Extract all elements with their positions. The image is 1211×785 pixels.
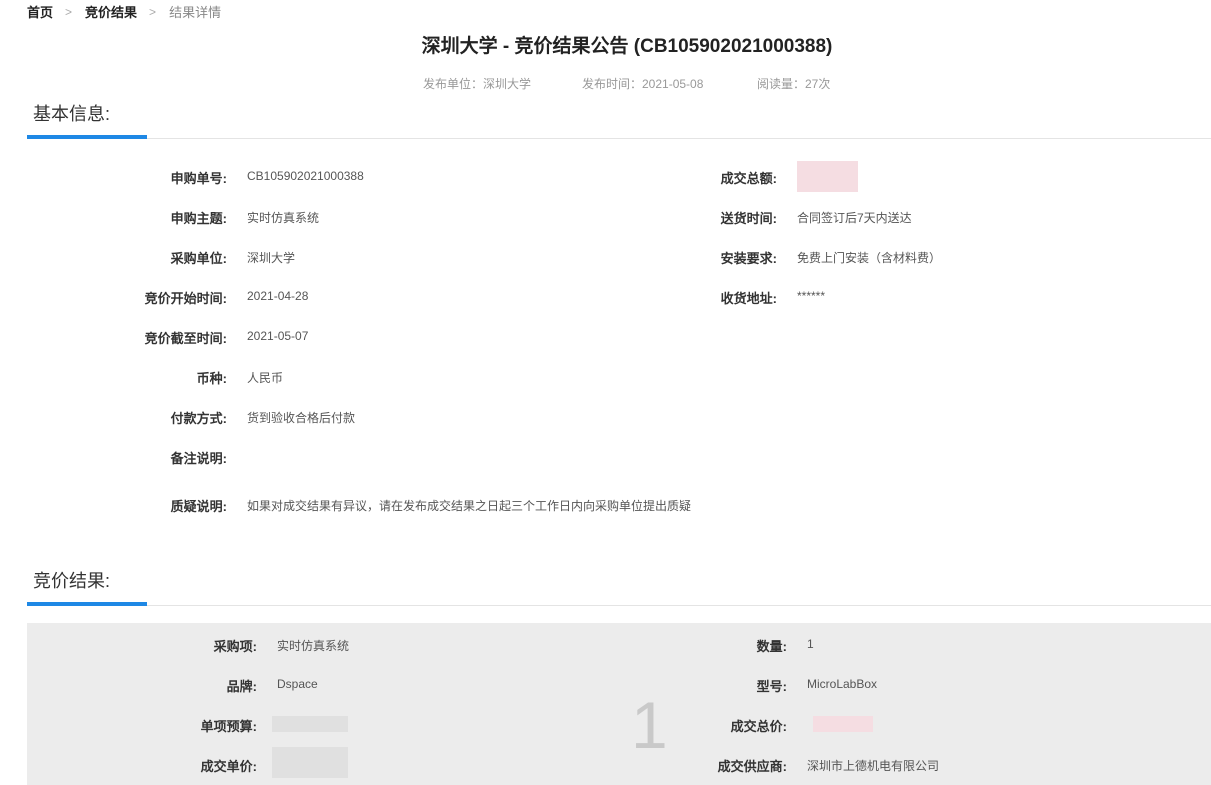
- bid-result-section-title: 竞价结果:: [33, 571, 111, 591]
- result-label-supplier: 成交供应商:: [717, 759, 787, 774]
- result-label-unit-price: 成交单价:: [200, 759, 257, 774]
- field-label-objection: 质疑说明:: [170, 499, 227, 514]
- result-label-brand: 品牌:: [226, 679, 257, 694]
- field-label-purchaser: 采购单位:: [170, 251, 227, 266]
- breadcrumb-result-link[interactable]: 竞价结果: [85, 2, 137, 21]
- field-value-bid-start: 2021-04-28: [247, 289, 309, 303]
- result-value-model: MicroLabBox: [807, 677, 878, 691]
- field-value-bid-end: 2021-05-07: [247, 329, 309, 343]
- basic-info-tab-indicator: [27, 135, 147, 139]
- field-value-deal-total-masked: [797, 161, 858, 192]
- field-value-purchaser: 深圳大学: [247, 251, 296, 265]
- field-value-currency: 人民币: [247, 371, 284, 385]
- breadcrumb-home-link[interactable]: 首页: [27, 2, 53, 21]
- result-value-budget-masked: [272, 716, 348, 732]
- field-label-currency: 币种:: [196, 371, 227, 386]
- field-label-payment: 付款方式:: [170, 411, 227, 426]
- result-value-brand: Dspace: [277, 677, 318, 691]
- field-value-objection: 如果对成交结果有异议，请在发布成交结果之日起三个工作日内向采购单位提出质疑: [247, 499, 692, 513]
- page-title: 深圳大学 - 竞价结果公告 (CB105902021000388): [421, 36, 833, 57]
- result-value-supplier: 深圳市上德机电有限公司: [807, 759, 940, 773]
- publish-time-meta: 发布时间：2021-05-08: [582, 77, 704, 91]
- result-label-budget: 单项预算:: [200, 719, 257, 734]
- result-value-unit-price-masked: [272, 747, 348, 778]
- field-value-install: 免费上门安装（含材料费）: [797, 251, 942, 265]
- result-value-item: 实时仿真系统: [277, 639, 350, 653]
- field-label-install: 安装要求:: [720, 251, 777, 266]
- field-label-bid-end: 竞价截至时间:: [144, 331, 227, 346]
- breadcrumb-separator-icon: >: [65, 4, 73, 19]
- field-label-address: 收货地址:: [720, 291, 777, 306]
- views-meta: 阅读量：27次: [757, 77, 831, 91]
- result-value-quantity: 1: [807, 637, 814, 651]
- result-label-quantity: 数量:: [756, 639, 787, 654]
- breadcrumb-separator-icon: >: [149, 4, 157, 19]
- result-label-model: 型号:: [756, 679, 787, 694]
- result-value-total-price-masked: [813, 716, 873, 732]
- field-label-bid-start: 竞价开始时间:: [144, 291, 227, 306]
- field-label-subject: 申购主题:: [170, 211, 227, 226]
- basic-info-section-title: 基本信息:: [33, 104, 111, 124]
- field-value-request-no: CB105902021000388: [247, 169, 364, 183]
- field-value-delivery-time: 合同签订后7天内送达: [797, 211, 912, 225]
- bid-result-divider: [27, 605, 1211, 606]
- field-label-remarks: 备注说明:: [170, 451, 227, 466]
- field-label-deal-total: 成交总额:: [720, 171, 777, 186]
- bid-result-tab-indicator: [27, 602, 147, 606]
- basic-info-divider: [27, 138, 1211, 139]
- result-label-item: 采购项:: [213, 639, 257, 654]
- breadcrumb-current: 结果详情: [169, 5, 222, 20]
- field-value-address: ******: [797, 289, 826, 303]
- bid-result-index: 1: [631, 688, 668, 762]
- field-label-delivery-time: 送货时间:: [720, 211, 777, 226]
- result-label-total-price: 成交总价:: [730, 719, 787, 734]
- publisher-meta: 发布单位：深圳大学: [423, 77, 532, 91]
- field-value-payment: 货到验收合格后付款: [247, 411, 356, 425]
- breadcrumb: 首页 > 竞价结果 > 结果详情: [27, 2, 221, 21]
- field-label-request-no: 申购单号:: [170, 171, 227, 186]
- field-value-subject: 实时仿真系统: [247, 211, 320, 225]
